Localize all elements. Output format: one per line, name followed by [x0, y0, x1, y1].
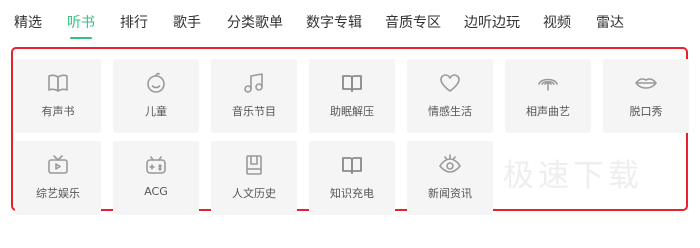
wave-fan-icon [536, 71, 560, 95]
book-icon [340, 71, 364, 95]
category-label: 音乐节目 [232, 105, 276, 118]
category-label: ACG [144, 185, 168, 198]
category-tile-news[interactable]: 新闻资讯 [407, 141, 493, 215]
category-label: 人文历史 [232, 187, 276, 200]
category-label: 综艺娱乐 [36, 187, 80, 200]
open-book-icon [46, 71, 70, 95]
baby-face-icon [144, 71, 168, 95]
category-tile-emotional-life[interactable]: 情感生活 [407, 59, 493, 133]
category-tile-acg[interactable]: ACG [113, 141, 199, 215]
tab-listen-and-play[interactable]: 边听边玩 [464, 12, 520, 34]
book-icon [340, 153, 364, 177]
watermark: 极速下载 [503, 158, 643, 194]
category-tile-music-programs[interactable]: 音乐节目 [211, 59, 297, 133]
category-tile-talk-show[interactable]: 脱口秀 [603, 59, 689, 133]
tab-radar[interactable]: 雷达 [596, 12, 624, 34]
tab-audiobooks[interactable]: 听书 [67, 12, 95, 34]
category-tile-humanities-history[interactable]: 人文历史 [211, 141, 297, 215]
tab-singers[interactable]: 歌手 [173, 12, 201, 34]
category-label: 情感生活 [428, 105, 472, 118]
category-label: 助眠解压 [330, 105, 374, 118]
category-label: 新闻资讯 [428, 187, 472, 200]
category-tile-audiobooks[interactable]: 有声书 [15, 59, 101, 133]
tv-icon [46, 153, 70, 177]
category-tile-sleep-relax[interactable]: 助眠解压 [309, 59, 395, 133]
category-label: 相声曲艺 [526, 105, 570, 118]
category-tile-crosstalk[interactable]: 相声曲艺 [505, 59, 591, 133]
category-label: 脱口秀 [629, 105, 663, 118]
document-icon [242, 153, 266, 177]
active-tab-indicator [70, 37, 92, 39]
tab-videos[interactable]: 视频 [543, 12, 571, 34]
gamepad-icon [144, 153, 168, 177]
heart-icon [438, 71, 462, 95]
tab-digital-albums[interactable]: 数字专辑 [306, 12, 362, 34]
tab-quality-zone[interactable]: 音质专区 [385, 12, 441, 34]
category-tabs: 精选 听书 排行 歌手 分类歌单 数字专辑 音质专区 边听边玩 视频 雷达 [0, 0, 700, 46]
tab-category-playlists[interactable]: 分类歌单 [227, 12, 283, 34]
category-label: 知识充电 [330, 187, 374, 200]
music-note-icon [242, 71, 266, 95]
category-tile-children[interactable]: 儿童 [113, 59, 199, 133]
tab-featured[interactable]: 精选 [14, 12, 42, 34]
category-tile-knowledge[interactable]: 知识充电 [309, 141, 395, 215]
eye-icon [438, 153, 462, 177]
category-tile-variety[interactable]: 综艺娱乐 [15, 141, 101, 215]
lips-icon [634, 71, 658, 95]
category-label: 儿童 [145, 105, 167, 118]
category-label: 有声书 [41, 105, 75, 118]
tab-charts[interactable]: 排行 [120, 12, 148, 34]
